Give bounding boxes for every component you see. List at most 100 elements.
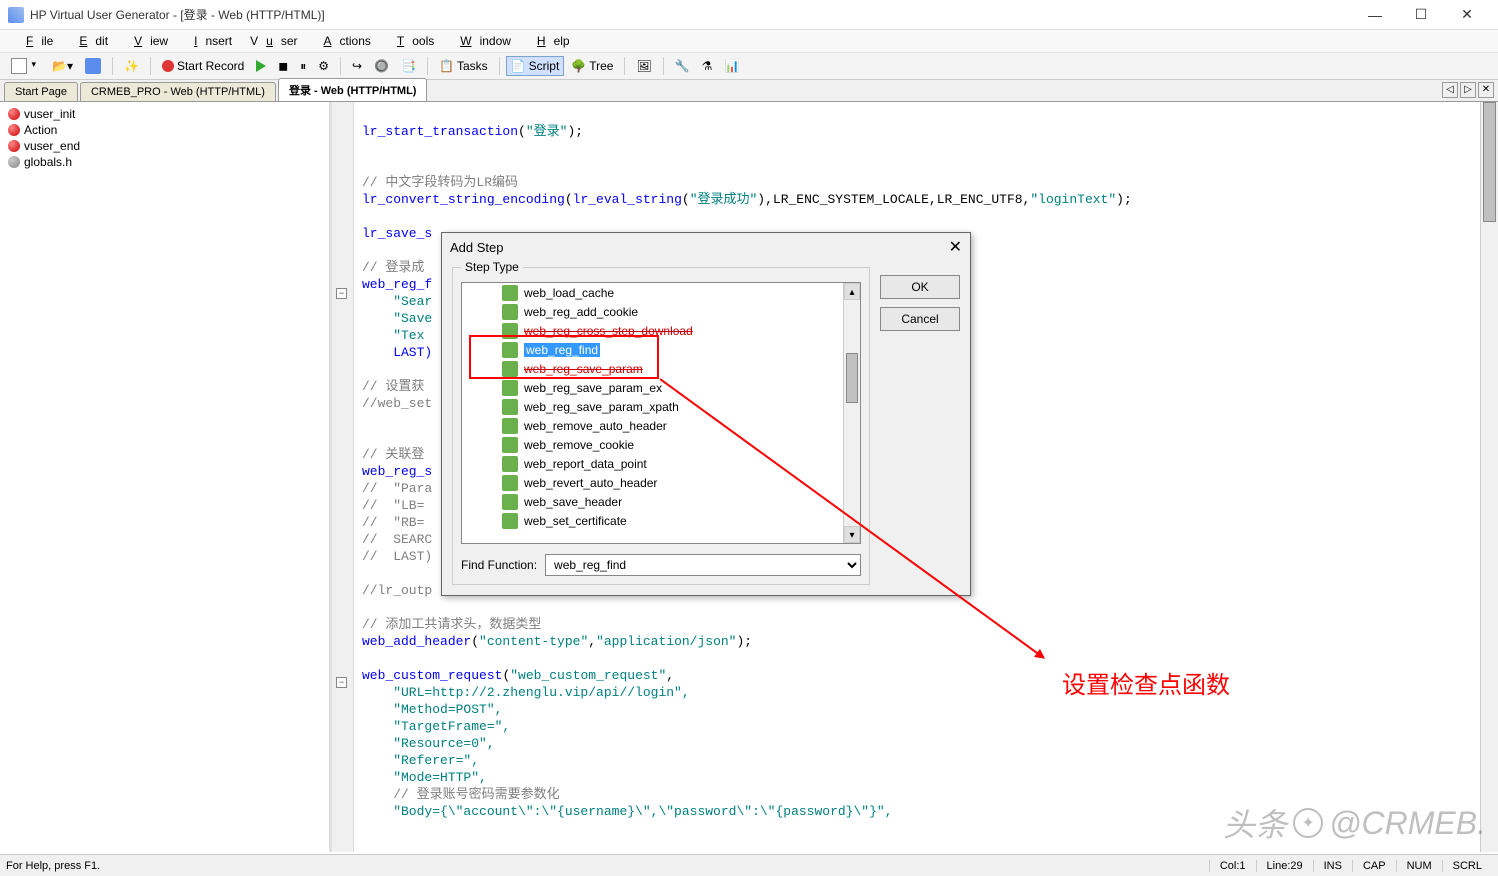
ok-button[interactable]: OK — [880, 275, 960, 299]
title-bar: HP Virtual User Generator - [登录 - Web (H… — [0, 0, 1498, 30]
toolbar: 📂▾ ✨ Start Record ◼ ⏸ ⚙ ↪ 🔘 📑 📋Tasks 📄Sc… — [0, 52, 1498, 80]
step-type-label: Step Type — [461, 260, 523, 274]
window-title: HP Virtual User Generator - [登录 - Web (H… — [30, 6, 1352, 23]
status-bar: For Help, press F1. Col:1 Line:29 INS CA… — [0, 854, 1498, 876]
function-icon — [502, 456, 518, 472]
gutter: − − — [332, 102, 354, 852]
function-icon — [502, 399, 518, 415]
tab-prev-button[interactable]: ◁ — [1442, 82, 1458, 98]
scroll-down-button[interactable]: ▾ — [844, 526, 860, 543]
tree-item-action[interactable]: Action — [4, 122, 325, 138]
maximize-button[interactable]: ☐ — [1398, 0, 1444, 30]
step-type-item[interactable]: web_reg_save_param_xpath — [462, 397, 860, 416]
minimize-button[interactable]: — — [1352, 0, 1398, 30]
open-button[interactable]: 📂▾ — [47, 56, 78, 76]
function-icon — [502, 418, 518, 434]
save-button[interactable] — [80, 55, 106, 77]
step-type-item[interactable]: web_save_header — [462, 492, 860, 511]
step-type-item[interactable]: web_remove_cookie — [462, 435, 860, 454]
step-type-item[interactable]: web_set_certificate — [462, 511, 860, 530]
function-icon — [502, 494, 518, 510]
new-script-button[interactable] — [6, 55, 45, 77]
status-num: NUM — [1396, 860, 1442, 872]
close-button[interactable]: ✕ — [1444, 0, 1490, 30]
fold-icon[interactable]: − — [336, 288, 347, 299]
list-scrollbar[interactable]: ▴ ▾ — [843, 283, 860, 543]
tasks-button[interactable]: 📋Tasks — [434, 56, 493, 76]
tree-item-globals[interactable]: globals.h — [4, 154, 325, 170]
step-type-item[interactable]: web_remove_auto_header — [462, 416, 860, 435]
menu-window[interactable]: Window — [444, 32, 519, 50]
action-tree: vuser_init Action vuser_end globals.h — [0, 102, 332, 852]
script-view-button[interactable]: 📄Script — [506, 56, 565, 76]
status-line: Line:29 — [1256, 860, 1313, 872]
snapshot-button[interactable]: 🖼 — [631, 56, 656, 76]
annotation-text: 设置检查点函数 — [1062, 665, 1230, 700]
step-type-item[interactable]: web_reg_save_param_ex — [462, 378, 860, 397]
find-function-label: Find Function: — [461, 558, 537, 572]
step-type-item[interactable]: web_load_cache — [462, 283, 860, 302]
dialog-close-button[interactable]: ✕ — [949, 237, 962, 257]
tool-2-button[interactable]: ⚗ — [697, 56, 718, 76]
step-type-item[interactable]: web_report_data_point — [462, 454, 860, 473]
step-type-item[interactable]: web_reg_add_cookie — [462, 302, 860, 321]
tool-1-button[interactable]: 🔧 — [670, 56, 695, 76]
menu-vuser[interactable]: Vuser — [242, 32, 305, 50]
dialog-titlebar: Add Step ✕ — [442, 233, 970, 261]
tab-crmeb[interactable]: CRMEB_PRO - Web (HTTP/HTML) — [80, 82, 276, 101]
menu-bar: File Edit View Insert Vuser Actions Tool… — [0, 30, 1498, 52]
menu-help[interactable]: Help — [521, 32, 578, 50]
function-icon — [502, 323, 518, 339]
wand-button[interactable]: ✨ — [119, 56, 144, 76]
scroll-up-button[interactable]: ▴ — [844, 283, 860, 300]
tree-item-vuser-end[interactable]: vuser_end — [4, 138, 325, 154]
menu-file[interactable]: File — [10, 32, 61, 50]
start-record-button[interactable]: Start Record — [157, 56, 249, 76]
add-step-dialog: Add Step ✕ Step Type web_load_cacheweb_r… — [441, 232, 971, 596]
status-cap: CAP — [1352, 860, 1396, 872]
step-type-item[interactable]: web_reg_cross_step_download — [462, 321, 860, 340]
function-icon — [502, 475, 518, 491]
status-ins: INS — [1313, 860, 1352, 872]
play-button[interactable] — [251, 57, 271, 75]
app-icon — [8, 7, 24, 23]
tab-start-page[interactable]: Start Page — [4, 82, 78, 101]
step-type-group: Step Type web_load_cacheweb_reg_add_cook… — [452, 267, 870, 585]
compile-button[interactable]: ⚙ — [313, 56, 334, 76]
tab-close-button[interactable]: ✕ — [1478, 82, 1494, 98]
bookmark-button[interactable]: 📑 — [396, 56, 421, 76]
status-scrl: SCRL — [1442, 860, 1492, 872]
status-help: For Help, press F1. — [6, 860, 1209, 872]
step-type-item[interactable]: web_revert_auto_header — [462, 473, 860, 492]
function-icon — [502, 513, 518, 529]
document-tabs: Start Page CRMEB_PRO - Web (HTTP/HTML) 登… — [0, 80, 1498, 102]
step-over-button[interactable]: ↪ — [347, 56, 367, 76]
step-type-item[interactable]: web_reg_save_param — [462, 359, 860, 378]
watermark: 头条 ✦ @CRMEB. — [1223, 800, 1486, 846]
find-function-select[interactable]: web_reg_find — [545, 554, 861, 576]
vertical-scrollbar[interactable] — [1480, 102, 1498, 852]
menu-tools[interactable]: Tools — [381, 32, 442, 50]
cancel-button[interactable]: Cancel — [880, 307, 960, 331]
tab-next-button[interactable]: ▷ — [1460, 82, 1476, 98]
menu-edit[interactable]: Edit — [63, 32, 116, 50]
function-icon — [502, 380, 518, 396]
menu-actions[interactable]: Actions — [308, 32, 379, 50]
tree-item-vuser-init[interactable]: vuser_init — [4, 106, 325, 122]
function-icon — [502, 361, 518, 377]
step-type-item[interactable]: web_reg_find — [462, 340, 860, 359]
function-icon — [502, 304, 518, 320]
dialog-title: Add Step — [450, 240, 504, 255]
stop-button[interactable]: ◼ — [273, 56, 293, 76]
menu-insert[interactable]: Insert — [178, 32, 240, 50]
tree-view-button[interactable]: 🌳Tree — [566, 56, 618, 76]
breakpoint-button[interactable]: 🔘 — [369, 56, 394, 76]
step-type-list[interactable]: web_load_cacheweb_reg_add_cookieweb_reg_… — [461, 282, 861, 544]
menu-view[interactable]: View — [118, 32, 176, 50]
function-icon — [502, 342, 518, 358]
function-icon — [502, 285, 518, 301]
pause-button[interactable]: ⏸ — [295, 56, 311, 77]
fold-icon[interactable]: − — [336, 677, 347, 688]
tab-login[interactable]: 登录 - Web (HTTP/HTML) — [278, 78, 428, 101]
tool-3-button[interactable]: 📊 — [719, 56, 744, 76]
